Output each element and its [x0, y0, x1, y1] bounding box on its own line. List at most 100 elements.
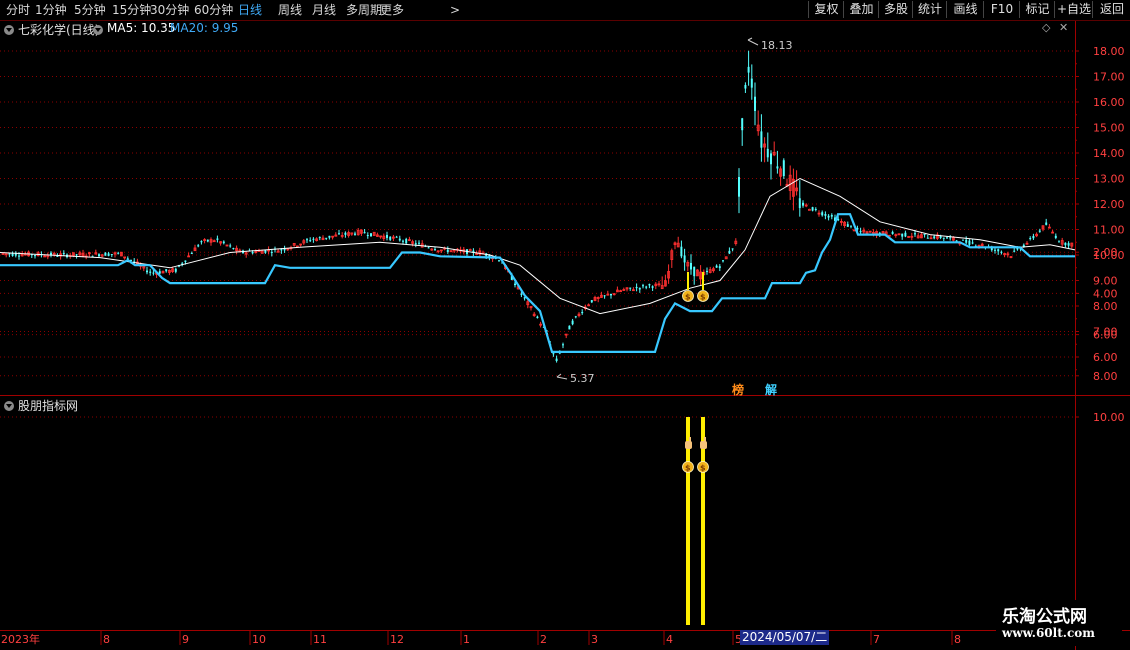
- candle-body: [197, 245, 200, 247]
- candle-body: [718, 266, 721, 269]
- money-bag-glyph: $: [700, 293, 706, 302]
- candle-body: [309, 240, 312, 242]
- candle-body: [229, 245, 232, 247]
- candle-body: [680, 246, 683, 257]
- price-tick-label: 9.00: [1093, 275, 1118, 288]
- candle-body: [731, 248, 734, 250]
- candle-body: [850, 225, 852, 227]
- candle-body: [280, 249, 283, 251]
- candle-body: [760, 131, 763, 148]
- candle-body: [75, 254, 78, 256]
- tag-bang[interactable]: 榜: [732, 381, 744, 398]
- candle-body: [418, 242, 420, 244]
- candle-body: [446, 249, 449, 252]
- candle-body: [174, 268, 177, 272]
- money-bag-glyph: $: [685, 293, 691, 302]
- candle-body: [946, 237, 948, 239]
- time-label: 9: [182, 633, 189, 646]
- time-label: 2023年: [1, 632, 40, 646]
- candle-body: [158, 271, 161, 274]
- support-line: [0, 213, 1075, 353]
- candle-body: [200, 241, 203, 243]
- high-label: 18.13: [761, 39, 793, 52]
- candle-body: [370, 233, 372, 237]
- kline-chart[interactable]: $$$$ 18.0017.0016.0015.0014.0013.0012.00…: [0, 0, 1130, 650]
- candle-body: [776, 166, 779, 169]
- candle-body: [942, 237, 945, 239]
- candle-body: [722, 260, 724, 262]
- candle-body: [994, 249, 996, 251]
- candle-body: [1038, 230, 1041, 232]
- candle-body: [270, 252, 273, 254]
- low-label: 5.37: [570, 372, 595, 385]
- candle-body: [318, 237, 321, 239]
- candle-body: [34, 255, 36, 257]
- candle-body: [1058, 241, 1060, 243]
- price-tick-label: 12.00: [1093, 198, 1125, 211]
- money-bag-glyph: $: [700, 464, 706, 473]
- candle-body: [638, 287, 641, 290]
- price-tick-label: 8.00: [1093, 300, 1118, 313]
- candle-body: [859, 231, 862, 233]
- sub-tick-label: 10.00: [1093, 411, 1125, 424]
- candle-body: [146, 270, 148, 273]
- candle-body: [574, 316, 577, 318]
- candle-body: [715, 265, 718, 268]
- candle-body: [98, 254, 100, 257]
- candle-body: [363, 232, 366, 234]
- time-label: 12: [390, 633, 404, 646]
- candle-body: [738, 176, 740, 197]
- candle-body: [62, 252, 65, 254]
- watermark-title: 乐淘公式网: [1002, 607, 1087, 627]
- price-tick-label: 6.00: [1093, 351, 1118, 364]
- candle-body: [552, 353, 555, 355]
- candle-body: [1045, 222, 1048, 225]
- candle-body: [629, 287, 632, 289]
- sub-tick-label: 2.00: [1093, 246, 1118, 259]
- price-tick-label: 15.00: [1093, 122, 1125, 135]
- time-label: 7: [873, 633, 880, 646]
- candle-body: [642, 285, 644, 287]
- price-tick-label: 18.00: [1093, 45, 1125, 58]
- candle-body: [562, 344, 564, 346]
- candle-body: [520, 293, 523, 295]
- candle-body: [366, 235, 369, 237]
- candle-body: [110, 254, 113, 256]
- tag-jie[interactable]: 解: [765, 381, 777, 398]
- candle-body: [190, 253, 193, 255]
- candle-body: [107, 253, 110, 256]
- candle-body: [824, 214, 827, 216]
- candle-body: [328, 235, 331, 238]
- candle-body: [514, 283, 516, 286]
- candle-body: [648, 284, 651, 286]
- sub-tick-label: 4.00: [1093, 287, 1118, 300]
- candle-body: [808, 208, 811, 211]
- candle-body: [949, 237, 952, 239]
- candle-body: [222, 241, 225, 244]
- candle-body: [232, 248, 235, 250]
- low-pointer: [556, 376, 568, 380]
- candle-body: [1029, 238, 1032, 240]
- price-tick-label: 14.00: [1093, 147, 1125, 160]
- candle-body: [814, 209, 817, 211]
- candle-body: [997, 249, 1000, 252]
- candle-body: [965, 239, 968, 243]
- candle-body: [184, 260, 187, 262]
- candle-body: [149, 271, 152, 273]
- candle-body: [651, 286, 654, 288]
- candle-body: [216, 238, 219, 240]
- time-label: 10: [252, 633, 266, 646]
- ma-line: [0, 177, 1076, 315]
- time-label: 3: [591, 633, 598, 646]
- candle-body: [802, 202, 804, 206]
- candle-body: [405, 238, 408, 244]
- hand-finger: [704, 437, 706, 443]
- candle-body: [165, 269, 168, 272]
- candle-body: [312, 238, 315, 240]
- time-label: 8: [103, 633, 110, 646]
- time-label: 8: [954, 633, 961, 646]
- candle-body: [971, 242, 974, 244]
- candle-body: [693, 266, 696, 277]
- candle-body: [962, 239, 964, 241]
- candle-body: [264, 250, 267, 253]
